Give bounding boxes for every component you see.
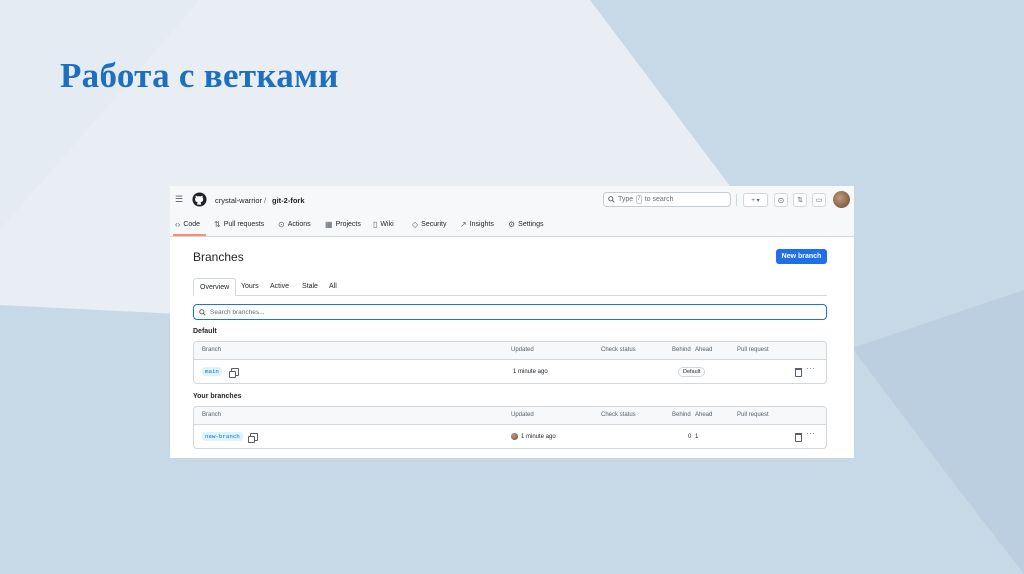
- search-shortcut-key: /: [636, 195, 642, 204]
- more-options-icon[interactable]: ···: [806, 364, 816, 373]
- your-branches-table: Branch Updated Check status Behind Ahead…: [193, 406, 827, 449]
- menu-icon[interactable]: ☰: [172, 192, 186, 206]
- active-tab-indicator: [173, 234, 206, 236]
- tab-settings[interactable]: ⚙ Settings: [508, 220, 543, 229]
- table-header: Branch Updated Check status Behind Ahead…: [194, 342, 826, 360]
- graph-icon: ↗: [460, 220, 467, 229]
- your-branches-heading: Your branches: [193, 393, 242, 400]
- tab-label: Insights: [469, 221, 494, 228]
- ahead-count: 1: [695, 434, 699, 440]
- default-section-heading: Default: [193, 328, 217, 335]
- column-updated: Updated: [511, 347, 534, 353]
- column-ahead: Ahead: [695, 347, 713, 353]
- copy-icon[interactable]: [248, 433, 258, 443]
- branch-filter-tabs: Overview Yours Active Stale All: [193, 278, 827, 296]
- column-pull-request: Pull request: [737, 412, 769, 418]
- column-behind: Behind: [672, 347, 691, 353]
- copy-icon[interactable]: [229, 368, 239, 378]
- tab-active[interactable]: Active: [270, 278, 289, 295]
- breadcrumb-separator: /: [264, 196, 267, 205]
- tab-actions[interactable]: ⊙ Actions: [278, 220, 311, 229]
- search-icon: [608, 196, 615, 203]
- column-check-status: Check status: [601, 347, 636, 353]
- table-header: Branch Updated Check status Behind Ahead…: [194, 407, 826, 425]
- repo-owner-link[interactable]: crystal-warrior: [215, 196, 262, 205]
- avatar[interactable]: [833, 191, 850, 208]
- pull-request-icon: ⇅: [214, 220, 221, 229]
- pull-requests-icon[interactable]: ⇅: [793, 193, 807, 207]
- default-badge: Default: [678, 367, 706, 377]
- slide-title: Работа с ветками: [60, 56, 339, 95]
- search-prefix: Type: [618, 196, 634, 203]
- tab-label: Pull requests: [223, 221, 265, 228]
- column-check-status: Check status: [601, 412, 636, 418]
- trash-icon[interactable]: [795, 368, 802, 377]
- tab-label: Wiki: [380, 221, 394, 228]
- column-updated: Updated: [511, 412, 534, 418]
- inbox-icon[interactable]: ▭: [812, 193, 826, 207]
- page-title: Branches: [193, 250, 244, 264]
- avatar: [511, 433, 518, 440]
- code-icon: ‹›: [175, 220, 181, 229]
- tab-label: Security: [421, 221, 447, 228]
- branch-name-link[interactable]: new-branch: [202, 432, 243, 441]
- repo-header: ☰ crystal-warrior / git-2-fork Type / to…: [170, 186, 854, 237]
- branch-name-link[interactable]: main: [202, 367, 222, 376]
- tab-security[interactable]: ◇ Security: [412, 220, 446, 229]
- search-icon: [199, 308, 206, 316]
- search-suffix: to search: [644, 196, 674, 203]
- book-icon: ▯: [373, 220, 378, 229]
- tab-all[interactable]: All: [329, 278, 337, 295]
- gear-icon: ⚙: [508, 220, 516, 229]
- tab-wiki[interactable]: ▯ Wiki: [373, 220, 394, 229]
- create-new-button[interactable]: + ▾: [743, 193, 768, 207]
- github-logo-icon[interactable]: [192, 192, 207, 207]
- repo-name-link[interactable]: git-2-fork: [272, 196, 305, 205]
- column-behind: Behind: [672, 412, 691, 418]
- tab-stale[interactable]: Stale: [302, 278, 318, 295]
- tab-projects[interactable]: ▦ Projects: [325, 220, 361, 229]
- updated-time: 1 minute ago: [521, 434, 556, 440]
- new-branch-button[interactable]: New branch: [776, 249, 827, 264]
- tab-overview[interactable]: Overview: [193, 278, 237, 296]
- shield-icon: ◇: [412, 220, 419, 229]
- column-ahead: Ahead: [695, 412, 713, 418]
- tab-code[interactable]: ‹› Code: [175, 220, 200, 229]
- branch-search-placeholder: Search branches...: [210, 308, 265, 316]
- tab-yours[interactable]: Yours: [241, 278, 259, 295]
- table-icon: ▦: [325, 220, 333, 229]
- repo-nav-tabs: ‹› Code ⇅ Pull requests ⊙ Actions ▦ Projects…: [170, 217, 854, 236]
- global-search-input[interactable]: Type / to search: [603, 192, 731, 207]
- tab-pull-requests[interactable]: ⇅ Pull requests: [214, 220, 264, 229]
- tab-label: Code: [183, 221, 201, 228]
- issues-icon[interactable]: ⊙: [774, 193, 788, 207]
- column-branch: Branch: [202, 347, 222, 353]
- default-branch-table: Branch Updated Check status Behind Ahead…: [193, 341, 827, 384]
- branch-search-input[interactable]: Search branches...: [193, 304, 827, 320]
- tab-label: Projects: [335, 221, 361, 228]
- column-branch: Branch: [202, 412, 222, 418]
- play-icon: ⊙: [278, 220, 285, 229]
- updated-time: 1 minute ago: [513, 369, 548, 375]
- tab-label: Actions: [287, 221, 311, 228]
- column-pull-request: Pull request: [737, 347, 769, 353]
- tab-insights[interactable]: ↗ Insights: [460, 220, 494, 229]
- header-divider: [736, 194, 737, 206]
- behind-count: 0: [688, 434, 692, 440]
- more-options-icon[interactable]: ···: [806, 429, 816, 438]
- trash-icon[interactable]: [795, 433, 802, 442]
- github-screenshot: ☰ crystal-warrior / git-2-fork Type / to…: [170, 186, 854, 458]
- tab-label: Settings: [518, 221, 544, 228]
